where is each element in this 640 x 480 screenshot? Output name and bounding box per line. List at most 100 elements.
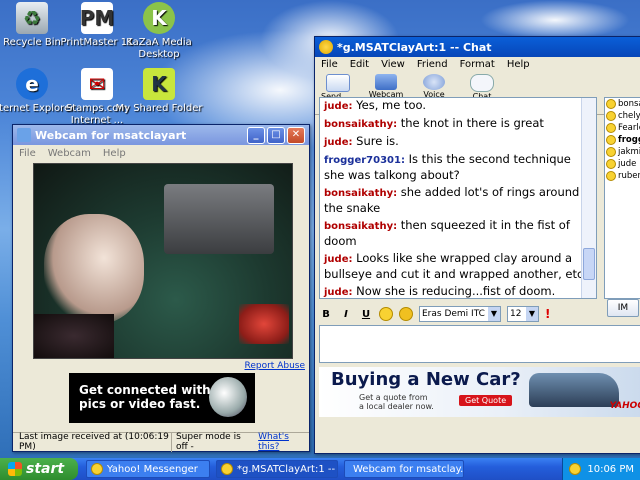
menu-file[interactable]: File — [19, 148, 36, 159]
desktop-icon-label: My Shared Folder — [115, 103, 203, 114]
bold-button[interactable]: B — [319, 309, 333, 320]
internet-explorer-icon: e — [16, 68, 48, 100]
font-value: Eras Demi ITC — [422, 309, 485, 319]
buddy-item[interactable]: jude — [605, 158, 640, 170]
desktop-icon-shared-folder[interactable]: K My Shared Folder — [114, 68, 204, 115]
chat-menubar: File Edit View Friend Format Help — [315, 57, 640, 72]
buddy-name: Fearle — [618, 123, 640, 133]
menu-help[interactable]: Help — [507, 59, 530, 70]
minimize-button[interactable]: _ — [247, 126, 265, 144]
message-nick[interactable]: jude: — [324, 254, 353, 265]
get-quote-button[interactable]: Get Quote — [459, 395, 513, 406]
buddy-item[interactable]: frogg — [605, 134, 640, 146]
yahoo-tray-icon[interactable] — [569, 463, 582, 475]
message-nick[interactable]: bonsaikathy: — [324, 188, 397, 199]
message-text: Looks like she wrapped clay around a bul… — [324, 251, 587, 281]
message-nick[interactable]: jude: — [324, 287, 353, 298]
task-label: Yahoo! Messenger — [107, 463, 198, 475]
webcam-ad-banner[interactable]: Get connected with pics or video fast. — [69, 373, 255, 423]
webcam-icon — [17, 128, 31, 142]
webcam-device-icon — [209, 377, 247, 417]
report-abuse-link[interactable]: Report Abuse — [245, 361, 306, 371]
buddy-name: jude — [618, 159, 637, 169]
menu-file[interactable]: File — [321, 59, 338, 70]
start-button[interactable]: start — [0, 458, 78, 480]
font-size-select[interactable]: 12 ▼ — [507, 306, 539, 322]
task-label: *g.MSATClayArt:1 -- ... — [237, 463, 338, 475]
buddy-status-icon — [606, 159, 616, 169]
chat-ad-banner[interactable]: Buying a New Car? Get a quote from a loc… — [319, 367, 640, 417]
buddy-item[interactable]: rubens — [605, 170, 640, 182]
chat-titlebar[interactable]: *g.MSATClayArt:1 -- Chat — [315, 37, 640, 57]
chat-message: bonsaikathy: the knot in there is great — [320, 116, 596, 134]
chat-message: jude: Looks like she wrapped clay around… — [320, 251, 596, 284]
webcam-window-title: Webcam for msatclayart — [35, 128, 187, 142]
webcam-titlebar[interactable]: Webcam for msatclayart _ □ ✕ — [13, 125, 309, 145]
taskbar: start Yahoo! Messenger *g.MSATClayArt:1 … — [0, 458, 640, 480]
menu-webcam[interactable]: Webcam — [48, 148, 91, 159]
buddy-name: frogg — [618, 135, 640, 145]
ad-subtext: Get a quote from a local dealer now. — [359, 393, 434, 411]
task-webcam[interactable]: Webcam for msatclay... — [344, 460, 464, 478]
buddy-list[interactable]: bonsa chelyh Fearle frogg jakmia jude rubens — [604, 97, 640, 299]
message-nick[interactable]: frogger70301: — [324, 155, 405, 166]
buzz-icon[interactable]: ! — [545, 307, 550, 321]
buddy-status-icon — [606, 147, 616, 157]
yahoo-smiley-icon — [221, 463, 233, 475]
video-shadow — [34, 314, 114, 358]
whats-this-link[interactable]: What's this? — [255, 432, 309, 452]
underline-button[interactable]: U — [359, 309, 373, 320]
ad-headline: Buying a New Car? — [331, 369, 521, 390]
ad-sub2: a local dealer now. — [359, 402, 434, 411]
message-list: jude: Yes, me too. bonsaikathy: the knot … — [320, 98, 596, 298]
message-text: Sure is. — [352, 134, 399, 148]
menu-edit[interactable]: Edit — [350, 59, 369, 70]
close-button[interactable]: ✕ — [287, 126, 305, 144]
menu-view[interactable]: View — [381, 59, 405, 70]
buddy-item[interactable]: chelyh — [605, 110, 640, 122]
desktop-icon-label: KaZaA Media Desktop — [126, 37, 192, 60]
start-label: start — [26, 461, 65, 477]
ad-brand: YAHOO — [609, 401, 640, 411]
message-text: the knot in there is great — [397, 116, 544, 130]
send-file-icon — [326, 74, 350, 92]
buddy-item[interactable]: jakmia — [605, 146, 640, 158]
ad-car-image — [529, 373, 619, 407]
task-label: Webcam for msatclay... — [353, 463, 464, 475]
maximize-button[interactable]: □ — [267, 126, 285, 144]
kazaa-icon: K — [143, 2, 175, 34]
chat-message: bonsaikathy: she added lot's of rings ar… — [320, 185, 596, 218]
chat-message: jude: Now she is reducing...fist of doom… — [320, 284, 596, 298]
buddy-name: rubens — [618, 171, 640, 181]
menu-help[interactable]: Help — [103, 148, 126, 159]
clock: 10:06 PM — [587, 463, 634, 475]
shared-folder-icon: K — [143, 68, 175, 100]
message-nick[interactable]: jude: — [324, 137, 353, 148]
font-select[interactable]: Eras Demi ITC ▼ — [419, 306, 501, 322]
buddy-item[interactable]: bonsa — [605, 98, 640, 110]
message-nick[interactable]: bonsaikathy: — [324, 221, 397, 232]
message-nick[interactable]: bonsaikathy: — [324, 119, 397, 130]
italic-button[interactable]: I — [339, 309, 353, 320]
transcript-scrollbar[interactable] — [581, 98, 596, 298]
menu-friend[interactable]: Friend — [417, 59, 448, 70]
buddy-items: bonsa chelyh Fearle frogg jakmia jude rubens — [605, 98, 640, 182]
chevron-down-icon: ▼ — [526, 307, 538, 321]
desktop-icon-kazaa[interactable]: K KaZaA Media Desktop — [114, 2, 204, 61]
chat-transcript[interactable]: jude: Yes, me too. bonsaikathy: the knot … — [319, 97, 597, 299]
message-nick[interactable]: jude: — [324, 101, 353, 112]
task-yahoo-messenger[interactable]: Yahoo! Messenger — [86, 460, 210, 478]
task-chat[interactable]: *g.MSATClayArt:1 -- ... — [216, 460, 338, 478]
emoticon-button[interactable] — [379, 307, 393, 321]
buddy-item[interactable]: Fearle — [605, 122, 640, 134]
yahoo-smiley-icon — [91, 463, 103, 475]
webcam-window: Webcam for msatclayart _ □ ✕ File Webcam… — [12, 124, 310, 452]
chat-message: frogger70301: Is this the second techniq… — [320, 152, 596, 185]
ad-sub1: Get a quote from — [359, 393, 428, 402]
buddy-status-icon — [606, 171, 616, 181]
chat-input[interactable] — [319, 325, 640, 363]
emoticon-button[interactable] — [399, 307, 413, 321]
scrollbar-thumb[interactable] — [583, 248, 595, 280]
recycle-bin-icon: ♻ — [16, 2, 48, 34]
menu-format[interactable]: Format — [460, 59, 495, 70]
